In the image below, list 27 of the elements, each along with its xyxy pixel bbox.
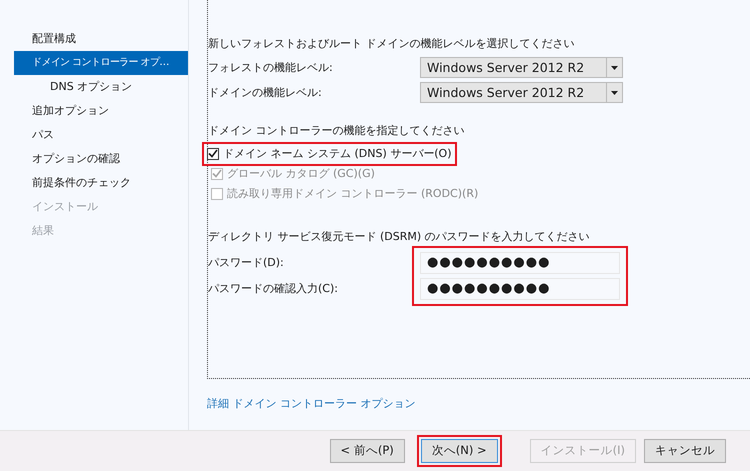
level-dropdown[interactable]: Windows Server 2012 R2	[420, 82, 623, 104]
level-dropdown[interactable]: Windows Server 2012 R2	[420, 57, 623, 78]
section-heading: ドメイン コントローラーの機能を指定してください	[208, 123, 466, 140]
sidebar-item[interactable]: 追加オプション	[0, 99, 188, 123]
advanced-options-link[interactable]: 詳細 ドメイン コントローラー オプション	[207, 396, 416, 412]
password-field[interactable]: ●●●●●●●●●●	[420, 252, 620, 274]
wizard-button[interactable]: キャンセル	[644, 439, 726, 463]
dropdown-caret-icon	[611, 90, 618, 95]
sidebar-item[interactable]: 配置構成	[0, 27, 188, 51]
sidebar-item[interactable]: ドメイン コントローラー オプ…	[14, 51, 188, 75]
sidebar-item[interactable]: パス	[0, 123, 188, 147]
checkbox-option[interactable]: ドメイン ネーム システム (DNS) サーバー(O)	[204, 144, 454, 164]
field-label: フォレストの機能レベル:	[208, 60, 334, 76]
sidebar-item[interactable]: 前提条件のチェック	[0, 171, 188, 195]
field-label: パスワード(D):	[208, 255, 285, 272]
section-heading: 新しいフォレストおよびルート ドメインの機能レベルを選択してください	[208, 36, 576, 52]
section-heading: ディレクトリ サービス復元モード (DSRM) のパスワードを入力してください	[208, 228, 591, 245]
checkbox-option: 読み取り専用ドメイン コントローラー (RODC)(R)	[208, 184, 482, 204]
wizard-button[interactable]: < 前へ(P)	[330, 439, 405, 463]
sidebar-item[interactable]: DNS オプション	[0, 75, 188, 99]
dropdown-caret-icon	[611, 66, 618, 70]
field-label: ドメインの機能レベル:	[208, 84, 323, 100]
password-field[interactable]: ●●●●●●●●●●	[420, 278, 620, 300]
checkbox[interactable]	[207, 148, 219, 160]
sidebar-item[interactable]: オプションの確認	[0, 147, 188, 171]
checkbox-option: グローバル カタログ (GC)(G)	[208, 164, 378, 184]
field-label: パスワードの確認入力(C):	[208, 281, 339, 298]
